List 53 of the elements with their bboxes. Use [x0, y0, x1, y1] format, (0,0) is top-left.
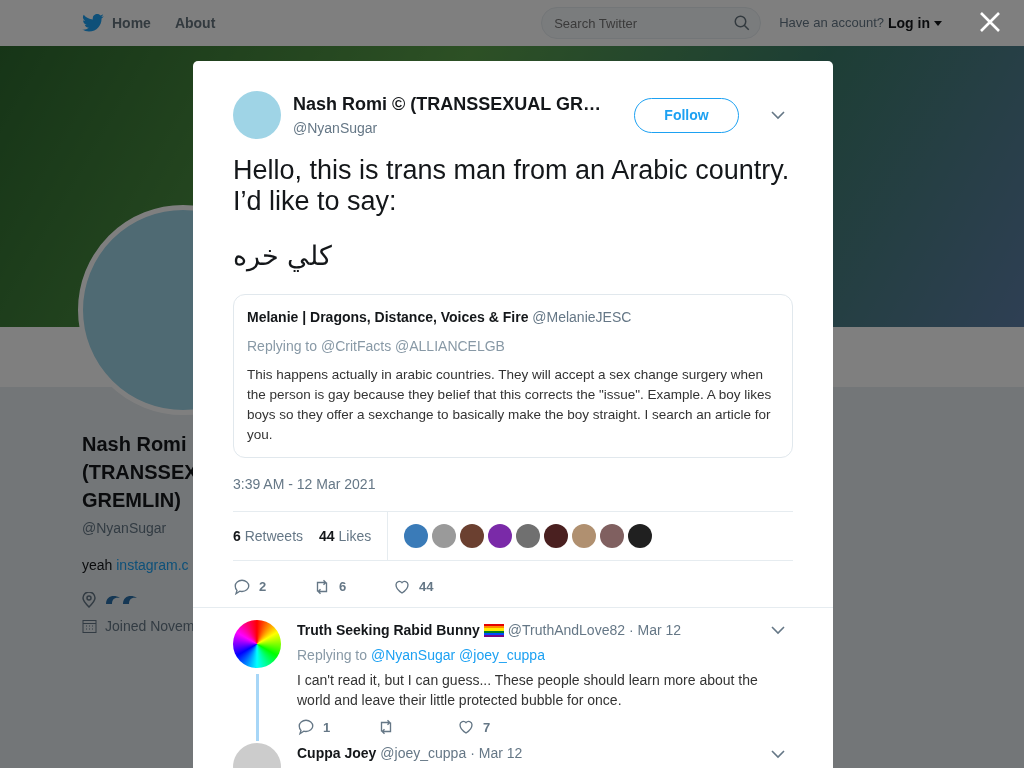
author-handle: @NyanSugar: [293, 119, 379, 138]
tweet-text: كلي خره: [233, 241, 332, 272]
quoted-author-handle: @MelanieJESC: [532, 309, 632, 325]
author-name: Nash Romi © (TRANSSEXUAL GR…: [293, 93, 601, 116]
caret-down-icon[interactable]: [934, 20, 942, 26]
profile-name: (TRANSSEX: [82, 460, 199, 485]
action-count: 44: [419, 578, 434, 596]
follow-button[interactable]: Follow: [634, 97, 739, 133]
tweet-timestamp: 3:39 AM - 12 Mar 2021: [233, 475, 377, 494]
profile-name: GREMLIN): [82, 488, 182, 513]
reply-date: · Mar 12: [629, 620, 682, 640]
account-prompt: Have an account?: [779, 14, 884, 33]
chevron-down-icon[interactable]: [771, 626, 785, 636]
liker-avatar[interactable]: [488, 524, 513, 548]
bio-link[interactable]: instagram.c: [116, 557, 189, 573]
location-pin-icon: [82, 592, 96, 608]
profile-name: Nash Romi: [82, 432, 188, 457]
liker-avatar[interactable]: [460, 524, 485, 548]
search-icon[interactable]: [733, 14, 752, 32]
profile-handle: @NyanSugar: [82, 519, 168, 538]
liker-avatar[interactable]: [628, 524, 653, 548]
speech-bubble-icon[interactable]: [297, 718, 315, 737]
user-avatar: [233, 91, 281, 139]
chevron-down-icon[interactable]: [771, 111, 785, 121]
retweets-count[interactable]: 6 Retweets: [233, 525, 304, 547]
search-field[interactable]: Search Twitter: [541, 7, 762, 39]
reply-date: · Mar 12: [470, 744, 523, 763]
tweet-text: Hello, this is trans man from an Arabic country. I’d like to say:: [233, 155, 791, 217]
quoted-text: This happens actually in arabic countries. They will accept a sex change surgery when the person is gay because they belief that this corrects the "issue". Example. A boy likes boys so they offer a sexchange to basically make the boy straight. I search an article for you.: [247, 366, 773, 444]
action-count: 2: [259, 578, 267, 596]
action-count: 7: [483, 718, 491, 737]
action-count: 6: [339, 578, 347, 596]
likes-count[interactable]: 44 Likes: [319, 525, 372, 547]
home-link[interactable]: Home: [112, 12, 151, 34]
login-link[interactable]: Log in: [888, 12, 930, 34]
quoted-author-name: Melanie | Dragons, Distance, Voices & Fire: [247, 309, 529, 325]
calendar-icon: [82, 619, 97, 634]
about-link[interactable]: About: [174, 12, 216, 34]
replying-to-text: Replying to @NyanSugar @joey_cuppa: [297, 645, 546, 665]
quoted-tweet[interactable]: [233, 294, 793, 458]
liker-avatar[interactable]: [544, 524, 569, 548]
joined-date: Joined Novem: [105, 617, 195, 636]
reply-author-name: Cuppa Joey: [297, 744, 377, 763]
speech-bubble-icon[interactable]: [233, 577, 251, 596]
replying-to-text: Replying to @CritFacts @ALLIANCELGB: [247, 337, 506, 356]
close-icon[interactable]: [978, 10, 1002, 34]
reply-author-name: Truth Seeking Rabid Bunny: [297, 620, 480, 640]
reply-text: I can't read it, but I can guess... These people should learn more about the world and leave their little protected bubble for once.: [297, 670, 759, 710]
action-count: 1: [323, 718, 331, 737]
reply-author-handle: @joey_cuppa: [380, 744, 467, 763]
reply-avatar: [233, 619, 281, 668]
reply-author-handle: @TruthAndLove82: [507, 620, 625, 640]
chevron-down-icon[interactable]: [771, 749, 785, 759]
